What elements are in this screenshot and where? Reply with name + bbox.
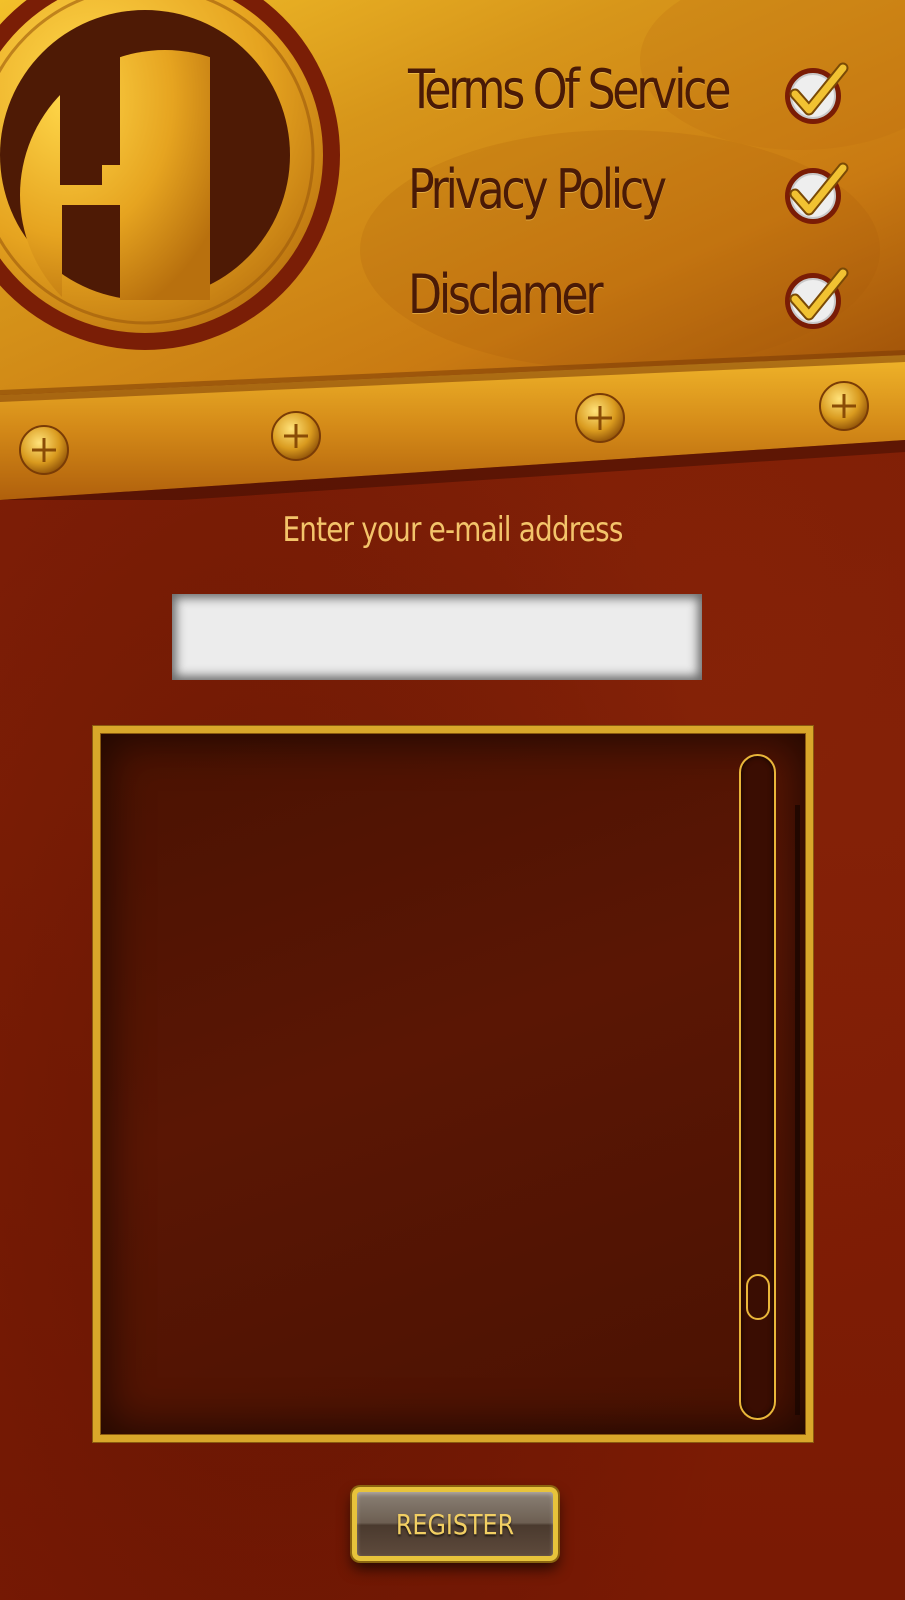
rivet-icon <box>819 381 869 431</box>
register-button-label: REGISTER <box>395 1507 515 1541</box>
agreement-row-terms[interactable]: Terms Of Service <box>405 50 875 130</box>
checkmark-icon[interactable] <box>781 56 853 128</box>
scrollbar-track[interactable] <box>739 754 776 1420</box>
email-field[interactable] <box>172 594 702 680</box>
agreement-row-disclaimer[interactable]: Disclamer <box>405 255 875 335</box>
agreement-label-privacy[interactable]: Privacy Policy <box>408 150 667 230</box>
terms-text-box[interactable] <box>93 726 813 1442</box>
checkmark-icon[interactable] <box>781 261 853 333</box>
rivet-icon <box>19 425 69 475</box>
rivet-icon <box>575 393 625 443</box>
agreement-label-terms[interactable]: Terms Of Service <box>408 50 731 130</box>
register-button[interactable]: REGISTER <box>352 1487 558 1561</box>
rivet-icon <box>271 411 321 461</box>
agreement-label-disclaimer[interactable]: Disclamer <box>408 255 604 335</box>
agreement-row-privacy[interactable]: Privacy Policy <box>405 150 875 230</box>
email-label: Enter your e-mail address <box>282 510 623 550</box>
checkmark-icon[interactable] <box>781 156 853 228</box>
h-letter-logo-icon <box>0 0 370 370</box>
scrollbar-thumb[interactable] <box>746 1274 770 1320</box>
scroll-shadow <box>795 805 800 1415</box>
